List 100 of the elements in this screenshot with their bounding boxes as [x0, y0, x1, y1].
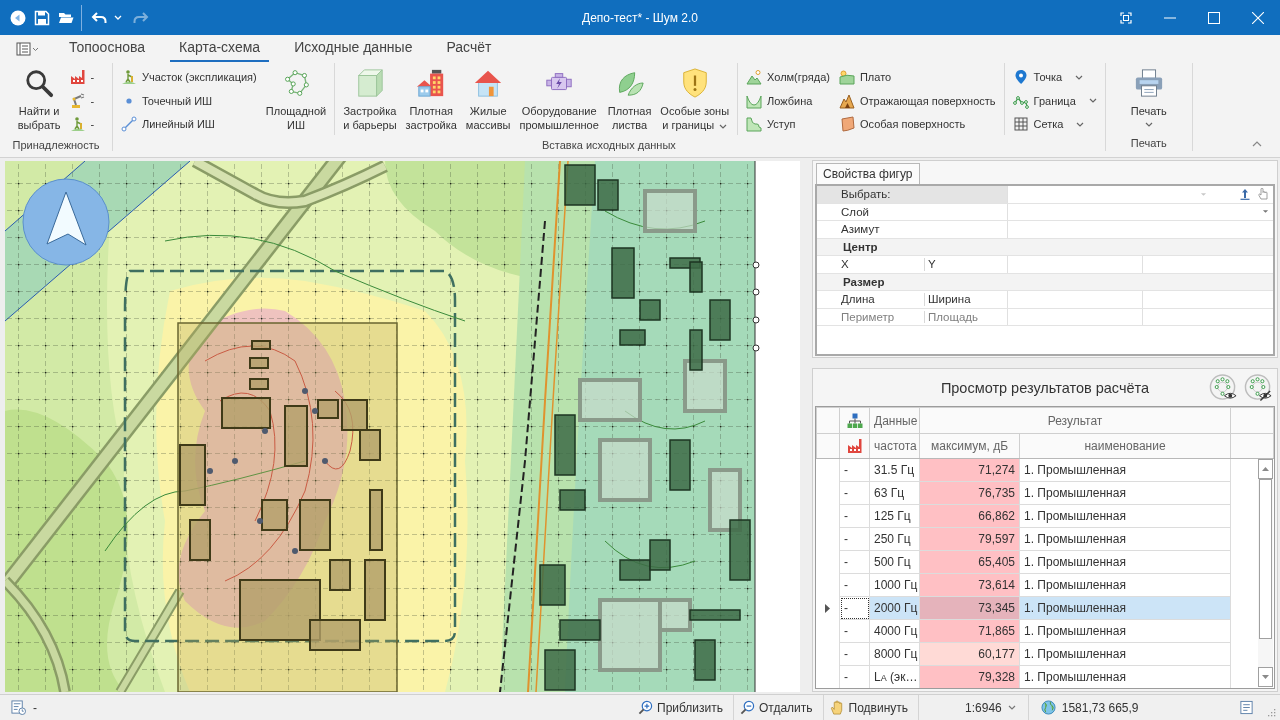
- ribbon-button[interactable]: Найти и выбрать: [15, 63, 63, 135]
- table-row[interactable]: - 31.5 Гц 71,274 1. Промышленная: [816, 458, 1274, 482]
- ribbon-button[interactable]: -: [67, 113, 97, 135]
- window-title: Депо-тест* - Шум 2.0: [582, 10, 698, 25]
- table-cell: 1. Промышленная: [1019, 458, 1231, 482]
- undo-icon[interactable]: [91, 9, 107, 26]
- caret-icon: [1200, 191, 1207, 197]
- ribbon-button[interactable]: Плато: [836, 66, 998, 88]
- ribbon-tab[interactable]: Исходные данные: [285, 35, 422, 62]
- ribbon-button[interactable]: Участок (экспликация): [119, 66, 259, 88]
- property-label: Периметр: [840, 309, 896, 325]
- coordinates-text: 1581,73 665,9: [1061, 700, 1139, 715]
- table-cell: 1. Промышленная: [1019, 665, 1231, 688]
- scrollbar[interactable]: [1258, 459, 1273, 687]
- mountain-icon: [838, 92, 855, 109]
- notes-icon[interactable]: [1239, 700, 1254, 715]
- table-row[interactable]: - 500 Гц 65,405 1. Промышленная: [816, 550, 1274, 574]
- ribbon-button[interactable]: Ложбина: [744, 89, 832, 112]
- table-cell: 1. Промышленная: [1019, 619, 1231, 643]
- column-header[interactable]: максимум, дБ: [919, 433, 1020, 459]
- grid-icon: [1012, 116, 1029, 132]
- factory-icon: [846, 438, 863, 454]
- row-pointer-icon: [825, 603, 831, 613]
- status-button[interactable]: Приблизить: [632, 695, 734, 720]
- list-clock-icon[interactable]: [11, 700, 26, 715]
- ribbon-button[interactable]: Линейный ИШ: [119, 113, 259, 135]
- status-button[interactable]: Отдалить: [734, 695, 824, 720]
- save-icon[interactable]: [34, 9, 50, 26]
- upload-icon[interactable]: [1239, 188, 1251, 201]
- table-cell: 1. Промышленная: [1019, 527, 1231, 551]
- ribbon-tab[interactable]: Расчёт: [437, 35, 501, 62]
- plateau-icon: [838, 69, 855, 85]
- ribbon-button[interactable]: Жилые массивы: [463, 63, 513, 135]
- hand-pointer-icon[interactable]: [1257, 188, 1269, 201]
- factory-icon: [69, 69, 86, 85]
- globe-icon: [1040, 700, 1056, 715]
- ribbon-button[interactable]: Точка: [1010, 66, 1099, 88]
- ribbon-button[interactable]: Уступ: [744, 113, 832, 135]
- scroll-up-icon[interactable]: [1258, 459, 1273, 479]
- ribbon-button[interactable]: -: [67, 66, 97, 88]
- printer-icon: [1133, 68, 1164, 98]
- points-eye-icon[interactable]: [1209, 372, 1238, 403]
- ribbon-button[interactable]: Точечный ИШ: [119, 89, 259, 112]
- ribbon-button[interactable]: Особая поверхность: [836, 113, 998, 135]
- zoom-out-icon: [740, 700, 755, 715]
- caret-icon: [1262, 209, 1269, 215]
- ribbon-button[interactable]: Плотная застройка: [403, 63, 459, 135]
- property-label: Y: [924, 258, 1007, 271]
- ribbon-button[interactable]: Застройка и барьеры: [341, 63, 399, 135]
- surface-icon: [838, 116, 855, 132]
- fullscreen-icon: [1120, 11, 1132, 24]
- table-cell: 1. Промышленная: [1019, 573, 1231, 597]
- properties-tab[interactable]: Свойства фигур: [816, 163, 920, 184]
- points-crossed-eye-icon[interactable]: [1244, 372, 1273, 403]
- hand-icon: [829, 700, 845, 715]
- table-row[interactable]: - 2000 Гц 73,345 1. Промышленная: [816, 596, 1274, 620]
- table-row[interactable]: - 1000 Гц 73,614 1. Промышленная: [816, 573, 1274, 597]
- table-row[interactable]: - 125 Гц 66,862 1. Промышленная: [816, 504, 1274, 528]
- scale-dropdown[interactable]: 1:6946: [919, 695, 1029, 720]
- ribbon-button[interactable]: Печать: [1128, 63, 1169, 133]
- step-icon: [746, 116, 763, 132]
- ribbon-button[interactable]: Холм(гряда): [744, 66, 832, 88]
- ribbon-button[interactable]: Площадной ИШ: [263, 63, 329, 135]
- table-cell: 1. Промышленная: [1019, 550, 1231, 574]
- column-header: Данные: [869, 407, 920, 434]
- ribbon-button[interactable]: Плотная листва: [605, 63, 654, 135]
- ribbon-tab[interactable]: Топооснова: [60, 35, 154, 62]
- line-icon: [121, 116, 137, 132]
- ribbon-button[interactable]: Сетка: [1010, 113, 1099, 135]
- ribbon-button[interactable]: Граница: [1010, 89, 1099, 112]
- table-row[interactable]: - 4000 Гц 71,865 1. Промышленная: [816, 619, 1274, 643]
- property-label: Площадь: [924, 310, 1007, 323]
- column-header[interactable]: наименование: [1019, 433, 1231, 459]
- house-icon: [473, 68, 504, 98]
- column-header: Результат: [919, 407, 1231, 434]
- resize-grip-icon[interactable]: [1266, 707, 1276, 717]
- table-row[interactable]: - 63 Гц 76,735 1. Промышленная: [816, 481, 1274, 505]
- ribbon-button[interactable]: Оборудование промышленное: [517, 63, 601, 135]
- robot-arm-icon: [69, 92, 86, 109]
- property-label: Азимут: [840, 222, 881, 237]
- table-row[interactable]: - 250 Гц 79,597 1. Промышленная: [816, 527, 1274, 551]
- status-text: -: [33, 700, 37, 715]
- hierarchy-icon: [846, 412, 863, 429]
- search-icon: [24, 68, 55, 98]
- status-button[interactable]: Подвинуть: [823, 695, 920, 720]
- ribbon-button[interactable]: Отражающая поверхность: [836, 89, 998, 112]
- scroll-down-icon[interactable]: [1258, 667, 1273, 687]
- ribbon-button[interactable]: -: [67, 89, 97, 112]
- table-row[interactable]: - 8000 Гц 60,177 1. Промышленная: [816, 642, 1274, 666]
- property-label: Ширина: [924, 293, 1007, 306]
- table-cell: 1. Промышленная: [1019, 481, 1231, 505]
- caret-icon[interactable]: [1252, 141, 1262, 147]
- table-cell: 1. Промышленная: [1019, 642, 1231, 666]
- menu-icon[interactable]: [16, 41, 40, 56]
- zoom-in-icon: [638, 700, 653, 715]
- maximize-icon: [1208, 11, 1220, 24]
- property-label: X: [840, 257, 850, 272]
- ribbon-button[interactable]: Особые зоны и границы: [658, 63, 732, 135]
- scroll-thumb[interactable]: [1259, 479, 1272, 639]
- group-label: Вставка исходных данных: [540, 138, 677, 153]
